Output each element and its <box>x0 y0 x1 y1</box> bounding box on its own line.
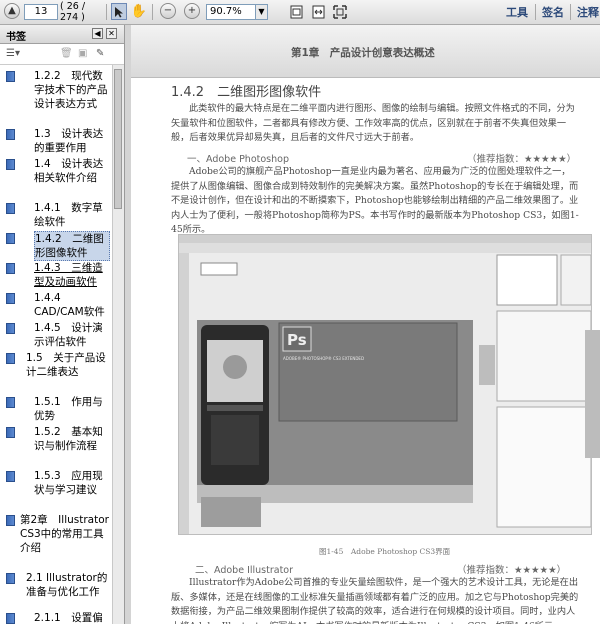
illustrator-paragraph: Illustrator作为Adobe公司首推的专业矢量绘图软件，是一个强大的艺术… <box>171 577 579 624</box>
bookmark-item[interactable]: 2.1.1 设置偏 <box>6 611 110 624</box>
bookmarks-title: 书签 <box>6 32 26 43</box>
bookmark-icon <box>6 263 15 274</box>
bookmarks-header: 书签 ◀ ✕ <box>0 25 124 44</box>
bookmark-item[interactable]: 1.2.2 现代数字技术下的产品设计表达方式 <box>6 69 110 111</box>
zoom-dropdown-icon[interactable]: ▼ <box>256 3 268 20</box>
page-count: ( 26 / 274 ) <box>60 0 86 23</box>
select-tool-icon[interactable] <box>111 3 127 20</box>
splash-title: ADOBE® PHOTOSHOP® CS3 EXTENDED <box>283 356 365 361</box>
intro-paragraph: 此类软件的最大特点是在二维平面内进行图形、图像的绘制与编辑。按照文件格式的不同，… <box>171 103 575 143</box>
previous-page-icon[interactable]: ▲ <box>4 3 20 19</box>
zoom-input[interactable]: 90.7% <box>206 3 256 20</box>
new-bookmark-icon[interactable]: ▣ <box>78 48 87 59</box>
comment-menu[interactable]: 注释 <box>575 3 600 20</box>
bookmark-icon <box>6 515 15 526</box>
options-icon[interactable]: ☰▾ <box>6 48 20 59</box>
bookmark-item[interactable]: 1.3 设计表达的重要作用 <box>6 127 110 155</box>
bookmark-tree: 1.2.2 现代数字技术下的产品设计表达方式 1.3 设计表达的重要作用 1.4… <box>0 65 112 624</box>
bookmark-item[interactable]: 1.4.1 数字草绘软件 <box>6 201 110 229</box>
photoshop-paragraph: Adobe公司的旗舰产品Photoshop一直是业内最为著名、应用最为广泛的位图… <box>171 166 579 235</box>
bookmarks-toolbar: ☰▾ 🗑 ▣ ✎ <box>0 44 124 65</box>
zoom-field-wrap: 90.7% <box>206 3 256 20</box>
zoom-dropdown-wrap: ▼ <box>256 3 268 20</box>
figure-caption: 图1-45 Adobe Photoshop CS3界面 <box>319 547 451 556</box>
bookmark-icon <box>6 613 15 624</box>
rating-illustrator: （推荐指数：★★★★★） <box>457 565 567 576</box>
rating-photoshop: （推荐指数：★★★★★） <box>467 154 577 165</box>
bookmark-item[interactable]: 1.5.3 应用现状与学习建议 <box>6 469 110 497</box>
bookmark-item[interactable]: 1.5.1 作用与优势 <box>6 395 110 423</box>
subsection-photoshop: 一、Adobe Photoshop <box>187 154 289 165</box>
bookmark-item[interactable]: 2.1 Illustrator的准备与优化工作 <box>6 571 110 599</box>
zoom-out-icon[interactable]: − <box>160 3 176 19</box>
close-panel-icon[interactable]: ✕ <box>106 28 117 39</box>
bookmark-item[interactable]: 1.5 关于产品设计二维表达 <box>6 351 110 379</box>
bookmark-icon <box>6 353 15 364</box>
photoshop-screenshot: Ps ADOBE® PHOTOSHOP® CS3 EXTENDED <box>178 234 592 535</box>
full-screen-icon[interactable] <box>332 3 348 20</box>
subsection-illustrator: 二、Adobe Illustrator <box>195 565 294 576</box>
document-view[interactable]: 第1章 产品设计创意表达概述 1.4.2 二维图形图像软件 此类软件的最大特点是… <box>131 25 600 624</box>
bookmark-icon <box>6 293 15 304</box>
bookmark-tag-icon[interactable]: ✎ <box>96 48 104 59</box>
tools-menu[interactable]: 工具 <box>504 3 530 20</box>
page-field-wrap: 13 <box>24 3 58 20</box>
bookmark-icon <box>6 471 15 482</box>
delete-bookmark-icon[interactable]: 🗑 <box>60 48 73 59</box>
bookmark-icon <box>6 129 15 140</box>
bookmark-item[interactable]: 第2章 Illustrator CS3中的常用工具介绍 <box>6 513 110 555</box>
hand-tool-icon[interactable]: ✋ <box>131 3 147 20</box>
bookmark-icon <box>6 233 15 244</box>
photoshop-ui-image <box>179 235 591 534</box>
bookmark-icon <box>6 203 15 214</box>
bookmarks-panel: 书签 ◀ ✕ ☰▾ 🗑 ▣ ✎ 1.2.2 现代数字技术下的产品设计表达方式 1… <box>0 25 125 624</box>
bookmark-item[interactable]: 1.4 设计表达相关软件介绍 <box>6 157 110 185</box>
chapter-header-band: 第1章 产品设计创意表达概述 <box>131 25 600 78</box>
bookmark-icon <box>6 159 15 170</box>
splash-logo: Ps <box>287 331 307 349</box>
sign-menu[interactable]: 签名 <box>540 3 566 20</box>
bookmarks-scrollbar[interactable] <box>112 65 124 624</box>
scrollbar-thumb[interactable] <box>114 69 122 209</box>
chapter-header: 第1章 产品设计创意表达概述 <box>291 47 435 59</box>
bookmark-icon <box>6 397 15 408</box>
bookmark-icon <box>6 573 15 584</box>
bookmark-item-selected[interactable]: 1.4.2 二维图形图像软件 <box>6 231 110 261</box>
bookmark-item[interactable]: 1.5.2 基本知识与制作流程 <box>6 425 110 453</box>
page-number-input[interactable]: 13 <box>24 3 58 20</box>
bookmark-icon <box>6 71 15 82</box>
zoom-in-icon[interactable]: + <box>184 3 200 19</box>
bookmark-item[interactable]: 1.4.3 三维造型及动画软件 <box>6 261 110 289</box>
collapse-panel-icon[interactable]: ◀ <box>92 28 103 39</box>
bookmark-item[interactable]: 1.4.5 设计演示评估软件 <box>6 321 110 349</box>
fit-page-icon[interactable] <box>288 3 304 20</box>
bookmark-item[interactable]: 1.4.4 CAD/CAM软件 <box>6 291 110 319</box>
bookmark-icon <box>6 323 15 334</box>
section-title: 1.4.2 二维图形图像软件 <box>171 85 322 100</box>
page-edge-tab <box>585 330 600 458</box>
fit-width-icon[interactable] <box>310 3 326 20</box>
bookmark-icon <box>6 427 15 438</box>
toolbar: ▲ 13 ( 26 / 274 ) ✋ − + 90.7% ▼ 工具 签名 注释 <box>0 0 600 25</box>
